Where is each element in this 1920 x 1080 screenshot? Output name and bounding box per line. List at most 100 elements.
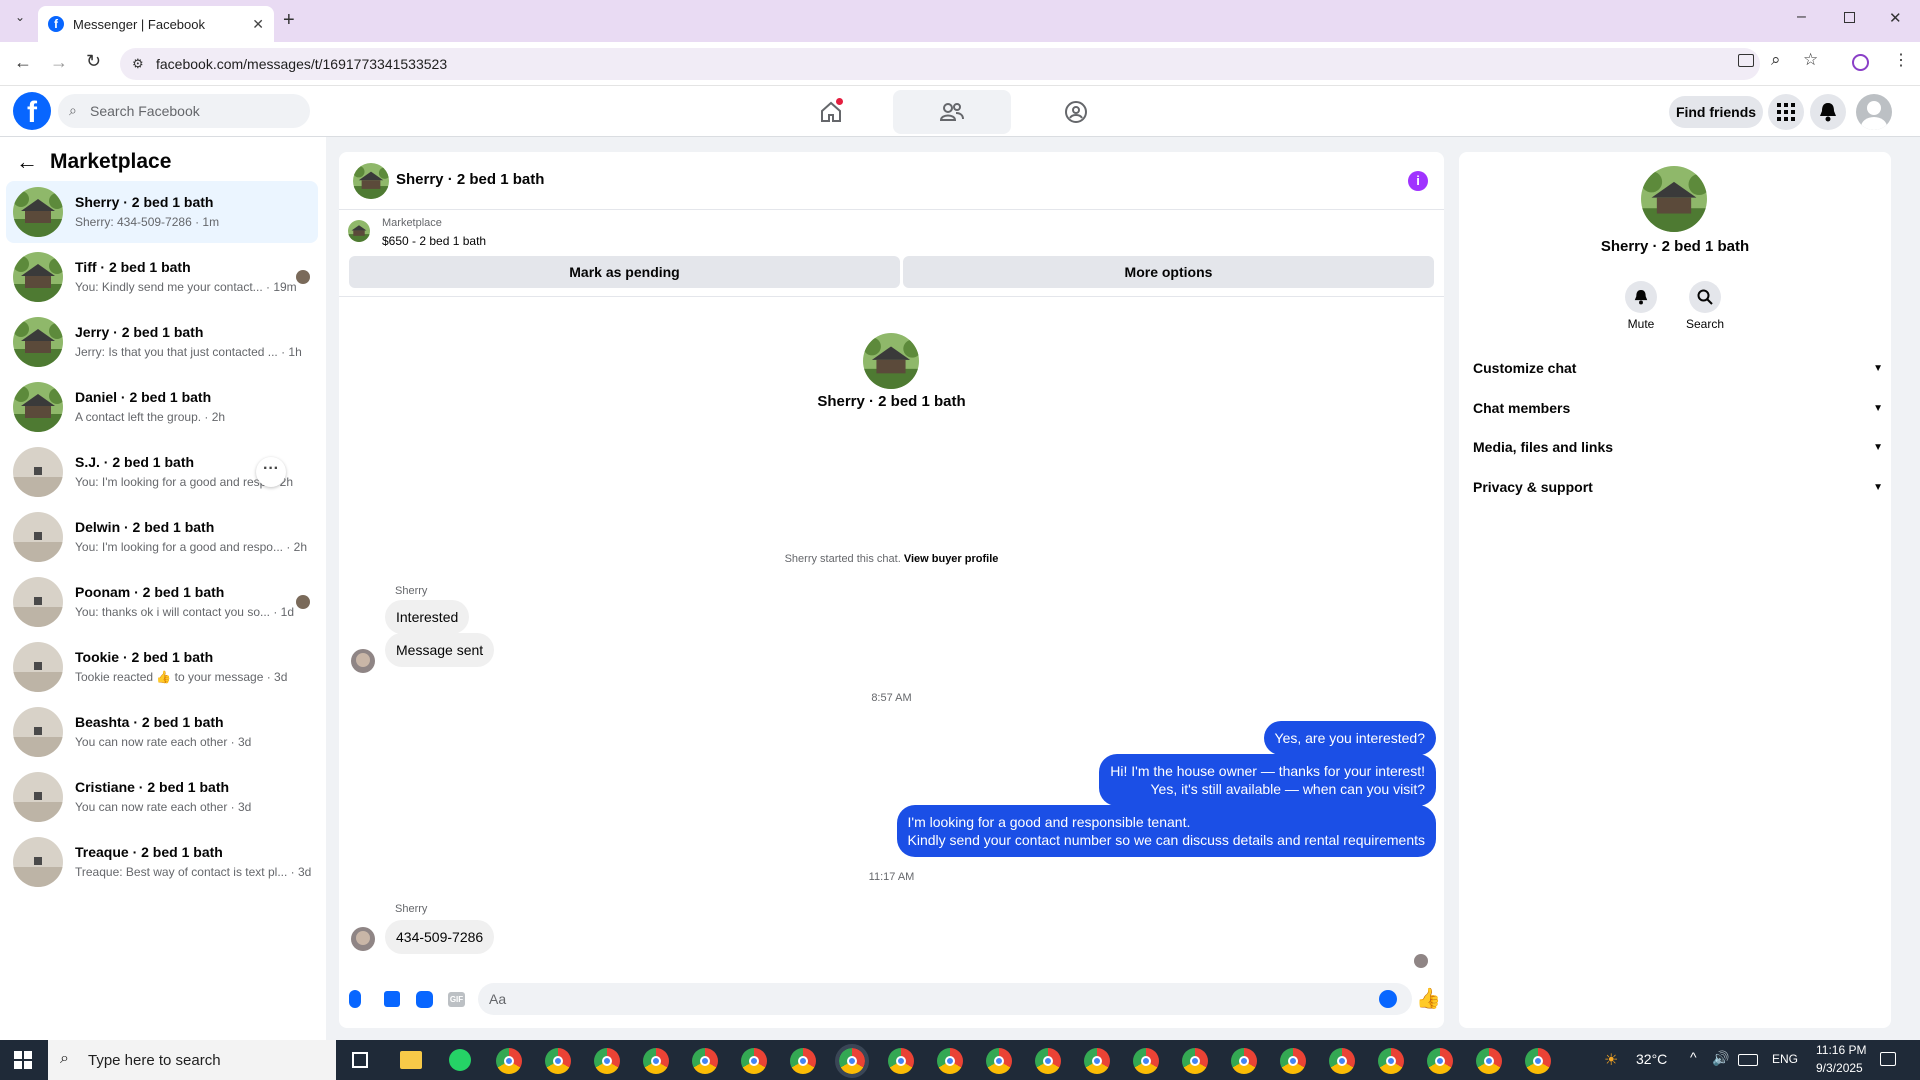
chrome-taskbar-icon[interactable] <box>741 1048 767 1074</box>
microphone-icon[interactable] <box>349 990 361 1008</box>
message-bubble-out[interactable]: Yes, are you interested? <box>1263 721 1436 755</box>
close-tab-icon[interactable]: ✕ <box>252 16 264 33</box>
more-options-button[interactable]: More options <box>903 256 1434 288</box>
message-bubble-in[interactable]: 434-509-7286 <box>385 920 495 954</box>
profile-icon[interactable] <box>1852 54 1869 71</box>
install-app-icon[interactable] <box>1738 54 1754 67</box>
chrome-taskbar-icon[interactable] <box>1427 1048 1453 1074</box>
back-arrow-icon[interactable]: ← <box>16 149 38 175</box>
chrome-taskbar-icon[interactable] <box>986 1048 1012 1074</box>
chrome-taskbar-icon[interactable] <box>1035 1048 1061 1074</box>
weather-icon[interactable]: ☀ <box>1604 1050 1618 1070</box>
chat-info-icon[interactable]: i <box>1408 171 1428 191</box>
nav-home[interactable] <box>795 92 867 132</box>
sender-avatar[interactable] <box>351 649 375 673</box>
chrome-taskbar-icon[interactable] <box>1182 1048 1208 1074</box>
details-avatar[interactable] <box>1641 166 1707 232</box>
customize-chat-row[interactable]: Customize chat ▼ <box>1473 353 1883 383</box>
conversation-item[interactable]: Cristiane · 2 bed 1 bath You can now rate… <box>6 766 318 828</box>
chat-members-row[interactable]: Chat members ▼ <box>1473 393 1883 423</box>
conversation-item[interactable]: Treaque · 2 bed 1 bath Treaque: Best way … <box>6 831 318 893</box>
conversation-item[interactable]: Jerry · 2 bed 1 bath Jerry: Is that you t… <box>6 311 318 373</box>
emoji-icon[interactable] <box>1379 990 1397 1008</box>
message-bubble-out[interactable]: Hi! I'm the house owner — thanks for you… <box>1099 754 1436 806</box>
mute-button[interactable] <box>1625 281 1657 313</box>
facebook-logo-icon[interactable]: f <box>13 92 51 130</box>
chrome-taskbar-icon[interactable] <box>545 1048 571 1074</box>
forward-icon[interactable]: → <box>50 52 68 73</box>
mark-pending-button[interactable]: Mark as pending <box>349 256 900 288</box>
task-view-icon[interactable] <box>352 1052 368 1068</box>
chrome-taskbar-icon[interactable] <box>835 1044 869 1078</box>
chrome-taskbar-icon[interactable] <box>1231 1048 1257 1074</box>
chrome-taskbar-icon[interactable] <box>643 1048 669 1074</box>
restore-icon[interactable] <box>1844 12 1855 23</box>
tab-search-icon[interactable]: ⌄ <box>10 10 30 30</box>
conversation-item[interactable]: Beashta · 2 bed 1 bath You can now rate e… <box>6 701 318 763</box>
listing-title[interactable]: $650 - 2 bed 1 bath <box>382 234 486 248</box>
privacy-support-row[interactable]: Privacy & support ▼ <box>1473 472 1883 502</box>
conversation-item[interactable]: Sherry · 2 bed 1 bath Sherry: 434-509-728… <box>6 181 318 243</box>
chrome-taskbar-icon[interactable] <box>1476 1048 1502 1074</box>
message-bubble-out[interactable]: I'm looking for a good and responsible t… <box>896 805 1436 857</box>
window-close-icon[interactable]: ✕ <box>1889 9 1902 27</box>
chrome-taskbar-icon[interactable] <box>937 1048 963 1074</box>
listing-thumb[interactable] <box>348 220 370 242</box>
file-explorer-icon[interactable] <box>400 1051 422 1069</box>
media-files-links-row[interactable]: Media, files and links ▼ <box>1473 432 1883 462</box>
chrome-taskbar-icon[interactable] <box>1525 1048 1551 1074</box>
chrome-taskbar-icon[interactable] <box>1280 1048 1306 1074</box>
clock-time[interactable]: 11:16 PM <box>1816 1043 1866 1057</box>
chrome-taskbar-icon[interactable] <box>594 1048 620 1074</box>
nav-groups[interactable] <box>1040 92 1112 132</box>
thumbs-up-icon[interactable]: 👍 <box>1416 986 1441 1011</box>
site-info-icon[interactable]: ⚙ <box>132 56 144 72</box>
bookmark-star-icon[interactable]: ☆ <box>1803 50 1818 70</box>
find-friends-button[interactable]: Find friends <box>1669 96 1763 128</box>
reload-icon[interactable]: ↻ <box>86 51 101 72</box>
menu-button[interactable] <box>1768 94 1804 130</box>
chrome-taskbar-icon[interactable] <box>496 1048 522 1074</box>
view-buyer-profile-link[interactable]: View buyer profile <box>904 553 999 565</box>
message-bubble-in[interactable]: Interested <box>385 600 470 634</box>
notification-center-icon[interactable] <box>1880 1052 1896 1066</box>
photo-icon[interactable] <box>384 991 400 1007</box>
conversation-item[interactable]: Tookie · 2 bed 1 bath Tookie reacted 👍 to… <box>6 636 318 698</box>
chrome-taskbar-icon[interactable] <box>692 1048 718 1074</box>
sender-avatar[interactable] <box>351 927 375 951</box>
keyboard-icon[interactable] <box>1738 1054 1758 1066</box>
conversation-item[interactable]: Delwin · 2 bed 1 bath You: I'm looking fo… <box>6 506 318 568</box>
message-input[interactable]: Aa <box>478 983 1412 1015</box>
facebook-search-input[interactable]: ⌕ Search Facebook <box>58 94 310 128</box>
chrome-taskbar-icon[interactable] <box>1084 1048 1110 1074</box>
account-avatar[interactable] <box>1856 94 1892 130</box>
chat-header-avatar[interactable] <box>353 163 389 199</box>
chrome-taskbar-icon[interactable] <box>1378 1048 1404 1074</box>
tray-chevron-icon[interactable]: ^ <box>1690 1049 1697 1065</box>
sticker-icon[interactable] <box>416 991 433 1008</box>
clock-date[interactable]: 9/3/2025 <box>1816 1061 1863 1075</box>
language[interactable]: ENG <box>1772 1052 1798 1066</box>
chrome-taskbar-icon[interactable] <box>1133 1048 1159 1074</box>
whatsapp-icon[interactable] <box>449 1049 471 1071</box>
new-tab-icon[interactable]: + <box>283 9 295 32</box>
browser-menu-icon[interactable]: ⋮ <box>1893 50 1909 70</box>
chat-title[interactable]: Sherry · 2 bed 1 bath <box>396 171 544 188</box>
zoom-icon[interactable]: ⌕ <box>1771 50 1781 70</box>
start-icon[interactable] <box>14 1051 32 1069</box>
notifications-button[interactable] <box>1810 94 1846 130</box>
message-bubble-in[interactable]: Message sent <box>385 633 495 667</box>
conversation-item[interactable]: S.J. · 2 bed 1 bath You: I'm looking for … <box>6 441 318 503</box>
minimize-icon[interactable]: – <box>1797 8 1806 26</box>
conversation-item[interactable]: Poonam · 2 bed 1 bath You: thanks ok i wi… <box>6 571 318 633</box>
volume-icon[interactable]: 🔊 <box>1712 1050 1729 1067</box>
temperature[interactable]: 32°C <box>1636 1051 1667 1067</box>
conversation-item[interactable]: Tiff · 2 bed 1 bath You: Kindly send me y… <box>6 246 318 308</box>
chrome-taskbar-icon[interactable] <box>888 1048 914 1074</box>
address-bar[interactable]: ⚙ facebook.com/messages/t/16917733415335… <box>120 48 1760 80</box>
back-icon[interactable]: ← <box>14 52 32 73</box>
chrome-taskbar-icon[interactable] <box>790 1048 816 1074</box>
taskbar-search-box[interactable]: ⌕ Type here to search <box>48 1040 336 1080</box>
gif-icon[interactable]: GIF <box>448 992 465 1007</box>
conversation-item[interactable]: Daniel · 2 bed 1 bath A contact left the … <box>6 376 318 438</box>
